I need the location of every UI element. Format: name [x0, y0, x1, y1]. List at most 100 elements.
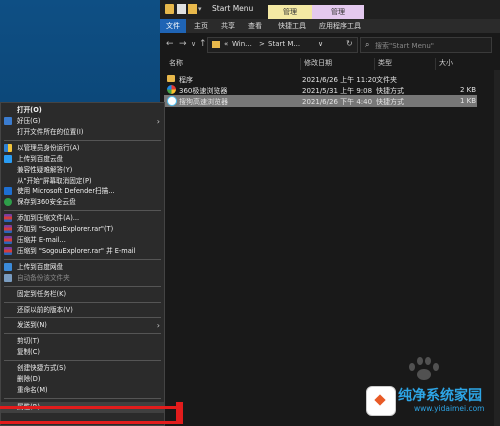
- paw-watermark-icon: [405, 355, 443, 381]
- menu-item-label: 打开(O): [17, 106, 42, 114]
- folder-icon: [212, 41, 220, 48]
- vertical-scrollbar[interactable]: [494, 70, 500, 426]
- menu-item[interactable]: 复制(C): [1, 347, 164, 358]
- menu-item-label: 重命名(M): [17, 385, 48, 394]
- file-size: 2 KB: [460, 86, 477, 94]
- tab-home[interactable]: 主页: [188, 19, 214, 33]
- menu-item[interactable]: 添加到 "SogouExplorer.rar"(T): [1, 224, 164, 235]
- file-type: 快捷方式: [376, 98, 404, 106]
- context-tab-manage-2[interactable]: 管理: [312, 5, 364, 19]
- shield-icon: [4, 143, 12, 152]
- menu-item[interactable]: 添加到压缩文件(A)...: [1, 213, 164, 224]
- address-bar[interactable]: « Win... > Start M... ∨: [207, 37, 358, 53]
- menu-item[interactable]: 删除(D): [1, 374, 164, 385]
- menu-item-label: 保存到360安全云盘: [17, 198, 76, 207]
- menu-item[interactable]: 创建快捷方式(S): [1, 363, 164, 374]
- back-icon[interactable]: ←: [166, 39, 174, 49]
- menu-item[interactable]: 上传到百度云盘: [1, 154, 164, 165]
- cloud2-icon: [4, 262, 12, 271]
- rar-icon: [4, 246, 12, 255]
- cloud-icon: [4, 154, 12, 163]
- explorer-window: ▾ Start Menu 管理 管理 文件 主页 共享 查看 快捷工具 应用程序…: [160, 0, 500, 426]
- menu-item-label: 复制(C): [17, 348, 40, 357]
- menu-item-label: 添加到 "SogouExplorer.rar"(T): [17, 225, 114, 234]
- menu-item[interactable]: 压缩到 "SogouExplorer.rar" 并 E-mail: [1, 246, 164, 257]
- submenu-arrow-icon: ›: [156, 117, 160, 126]
- tab-shortcut-tools[interactable]: 快捷工具: [272, 19, 312, 33]
- address-segment-start-menu[interactable]: Start M...: [268, 40, 300, 48]
- menu-item[interactable]: 好压(G) ›: [1, 116, 164, 127]
- menu-item-label: 还原以前的版本(V): [17, 305, 73, 314]
- menu-separator: [4, 333, 161, 335]
- menu-item[interactable]: 重命名(M): [1, 385, 164, 396]
- column-size[interactable]: 大小: [435, 58, 453, 70]
- folder-icon[interactable]: [165, 4, 174, 14]
- menu-item-label: 打开文件所在的位置(I): [17, 127, 84, 136]
- menu-item[interactable]: 打开(O): [1, 105, 164, 116]
- window-title: Start Menu: [212, 4, 254, 13]
- watermark-url: www.yidaimei.com: [414, 404, 485, 413]
- search-placeholder: 搜索"Start Menu": [375, 42, 434, 50]
- column-date[interactable]: 修改日期: [300, 58, 332, 70]
- tab-file[interactable]: 文件: [160, 19, 186, 33]
- menu-item-label: 好压(G): [17, 117, 41, 125]
- menu-item-label: 创建快捷方式(S): [17, 364, 66, 373]
- menu-item-label: 从"开始"屏幕取消固定(P): [17, 176, 92, 185]
- address-row: ← → ∨ ↑ « Win... > Start M... ∨ ↻ ⌕ 搜索"S…: [160, 33, 500, 55]
- menu-item-label: 剪切(T): [17, 337, 40, 346]
- menu-item-label: 上传到百度网盘: [17, 262, 64, 271]
- context-tab-manage-1[interactable]: 管理: [268, 5, 312, 19]
- menu-item[interactable]: 固定到任务栏(K): [1, 289, 164, 300]
- s360-icon: [4, 198, 12, 207]
- rar-icon: [4, 214, 12, 223]
- menu-item[interactable]: 从"开始"屏幕取消固定(P): [1, 176, 164, 187]
- tab-view[interactable]: 查看: [242, 19, 268, 33]
- menu-item[interactable]: 兼容性疑难解答(Y): [1, 165, 164, 176]
- 360-browser-icon: [167, 85, 176, 94]
- title-bar: ▾ Start Menu 管理 管理: [160, 0, 500, 19]
- menu-item[interactable]: 发送到(N) ›: [1, 320, 164, 331]
- column-type[interactable]: 类型: [374, 58, 392, 70]
- menu-item[interactable]: 剪切(T): [1, 336, 164, 347]
- menu-item[interactable]: 上传到百度网盘: [1, 262, 164, 273]
- menu-item[interactable]: 打开文件所在的位置(I): [1, 127, 164, 138]
- address-prefix: «: [224, 40, 229, 48]
- recent-icon[interactable]: ∨: [191, 39, 196, 49]
- menu-item[interactable]: 压缩并 E-mail...: [1, 235, 164, 246]
- address-dropdown-icon[interactable]: ∨: [318, 40, 323, 48]
- menu-item[interactable]: 还原以前的版本(V): [1, 305, 164, 316]
- submenu-arrow-icon: ›: [156, 321, 160, 331]
- haozip-icon: [4, 117, 12, 125]
- menu-item-label: 删除(D): [17, 375, 41, 383]
- menu-item-label: 兼容性疑难解答(Y): [17, 165, 73, 174]
- refresh-icon[interactable]: ↻: [346, 39, 353, 48]
- highlight-bar: [176, 402, 183, 424]
- menu-separator: [4, 360, 161, 362]
- folder-icon: [167, 75, 175, 82]
- menu-item[interactable]: 以管理员身份运行(A): [1, 143, 164, 154]
- customize-toolbar-icon[interactable]: ▾: [198, 4, 204, 14]
- file-row-selected[interactable]: 搜狗高速浏览器 2021/6/26 下午 4:40 快捷方式 1 KB: [164, 95, 477, 107]
- tab-share[interactable]: 共享: [215, 19, 241, 33]
- new-folder-icon[interactable]: [188, 4, 197, 14]
- address-segment-windows[interactable]: Win...: [232, 40, 252, 48]
- menu-item[interactable]: 自动备份该文件夹: [1, 273, 164, 284]
- rar-icon: [4, 236, 12, 244]
- menu-item-label: 压缩到 "SogouExplorer.rar" 并 E-mail: [17, 246, 136, 255]
- menu-item-label: 自动备份该文件夹: [17, 273, 70, 282]
- def-icon: [4, 187, 12, 196]
- column-name[interactable]: 名称: [166, 58, 183, 70]
- file-name: 搜狗高速浏览器: [179, 98, 228, 106]
- column-headers: 名称 修改日期 类型 大小: [160, 56, 500, 70]
- highlight-box: [0, 406, 182, 424]
- search-icon: ⌕: [365, 40, 370, 49]
- up-icon[interactable]: ↑: [199, 39, 207, 49]
- menu-item[interactable]: 保存到360安全云盘: [1, 197, 164, 208]
- search-input[interactable]: ⌕ 搜索"Start Menu": [360, 37, 492, 53]
- menu-separator: [4, 210, 161, 212]
- tab-app-tools[interactable]: 应用程序工具: [313, 19, 367, 33]
- properties-icon[interactable]: [177, 4, 186, 14]
- forward-icon[interactable]: →: [179, 39, 187, 49]
- menu-item[interactable]: 使用 Microsoft Defender扫描...: [1, 186, 164, 197]
- rar-icon: [4, 225, 12, 234]
